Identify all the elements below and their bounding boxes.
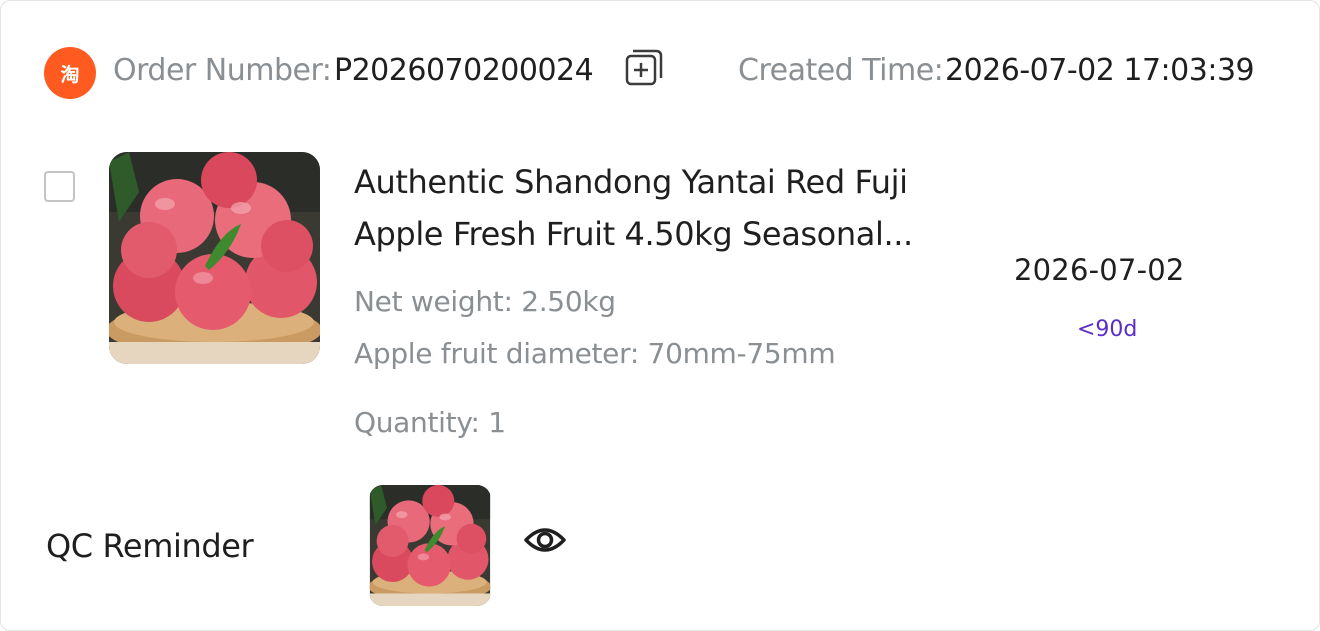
item-quantity: Quantity: 1 [354, 406, 506, 439]
product-title-line-1: Authentic Shandong Yantai Red Fuji [354, 163, 908, 201]
order-number-value: P2026070200024 [334, 53, 594, 88]
spec-net-weight: Net weight: 2.50kg [354, 285, 616, 318]
qc-photo-thumbnail[interactable] [369, 485, 491, 606]
order-number-label: Order Number: [113, 53, 332, 88]
copy-add-icon [625, 49, 663, 86]
created-time-value: 2026-07-02 17:03:39 [945, 53, 1255, 88]
apples-photo [109, 152, 320, 364]
spec-fruit-diameter: Apple fruit diameter: 70mm-75mm [354, 337, 836, 370]
item-date: 2026-07-02 [1014, 253, 1185, 287]
qc-reminder-label: QC Reminder [46, 527, 254, 565]
product-image[interactable] [109, 152, 320, 364]
item-age-badge: <90d [1077, 317, 1138, 342]
product-title[interactable]: Authentic Shandong Yantai Red Fuji Apple… [354, 156, 934, 260]
platform-badge-text: 淘 [60, 63, 80, 86]
view-qc-photo-button[interactable] [523, 523, 567, 557]
product-title-line-2: Apple Fresh Fruit 4.50kg Seasonal... [354, 215, 913, 253]
eye-icon [524, 528, 566, 552]
order-card: 淘 Order Number: P2026070200024 Created T… [0, 0, 1320, 631]
taobao-platform-icon: 淘 [44, 47, 96, 99]
created-time-label: Created Time: [738, 53, 944, 88]
copy-order-number-button[interactable] [623, 47, 665, 89]
item-select-checkbox[interactable] [44, 171, 75, 202]
qc-apples-photo [369, 485, 491, 606]
